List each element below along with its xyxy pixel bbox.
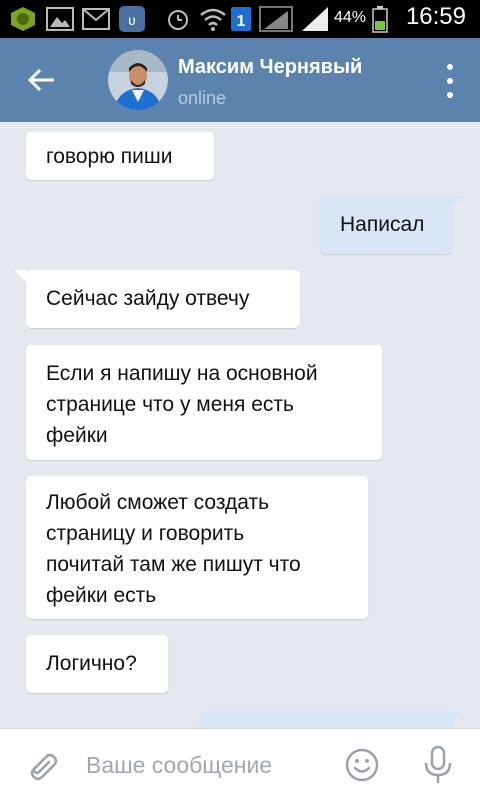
chat-header: Максим Чернявый online — [0, 38, 480, 122]
app-shield-icon — [8, 5, 38, 33]
alarm-icon — [164, 5, 192, 33]
arrow-left-icon — [28, 68, 54, 92]
wifi-icon — [198, 5, 228, 33]
contact-name[interactable]: Максим Чернявый — [178, 56, 362, 79]
message-text: говорю пиши — [46, 145, 173, 168]
message-bubble-incoming[interactable]: Любой сможет создать страницу и говорить… — [26, 476, 368, 619]
sim-badge-number: 1 — [237, 13, 246, 30]
message-text-line: почитай там же пишут что — [46, 553, 301, 576]
message-input[interactable] — [86, 743, 326, 787]
message-list[interactable]: говорю пиши Написал Сейчас зайду отвечу … — [0, 122, 480, 728]
attach-button[interactable] — [22, 745, 62, 785]
message-composer — [0, 728, 480, 800]
message-text-line: странице что у меня есть — [46, 393, 294, 416]
contact-status: online — [178, 88, 227, 108]
message-text-line: Если я напишу на основной — [46, 362, 318, 385]
menu-dot — [447, 64, 453, 70]
signal-strength-icon — [300, 5, 330, 33]
svg-text:ʋ: ʋ — [128, 12, 136, 28]
message-bubble-outgoing[interactable] — [200, 710, 464, 728]
avatar[interactable] — [108, 50, 168, 110]
mail-icon — [82, 5, 110, 33]
message-bubble-incoming[interactable]: Логично? — [26, 635, 168, 693]
message-text-line: фейки есть — [46, 584, 157, 607]
clock: 16:59 — [405, 3, 466, 30]
message-bubble-incoming[interactable]: говорю пиши — [26, 132, 214, 180]
battery-icon — [372, 5, 388, 33]
menu-dot — [447, 78, 453, 84]
microphone-icon — [424, 745, 452, 783]
message-text: Написал — [340, 213, 425, 236]
message-bubble-incoming[interactable]: Сейчас зайду отвечу — [14, 270, 300, 328]
message-bubble-outgoing[interactable]: Написал — [320, 196, 464, 254]
message-text-line: страницу и говорить — [46, 522, 245, 545]
message-text: Сейчас зайду отвечу — [46, 287, 250, 310]
message-text: Логично? — [46, 652, 137, 675]
message-text-line: фейки — [46, 424, 108, 447]
paperclip-icon — [30, 753, 58, 781]
emoji-button[interactable] — [344, 747, 380, 783]
app-vk-icon: ʋ — [118, 5, 146, 33]
voice-message-button[interactable] — [420, 743, 456, 787]
message-text-line: Любой сможет создать — [46, 491, 270, 514]
back-button[interactable] — [22, 60, 62, 100]
overflow-menu-button[interactable] — [442, 64, 458, 98]
signal-icon — [258, 5, 294, 33]
status-bar: ʋ 1 44% 16:59 — [0, 0, 480, 38]
battery-percent: 44% — [334, 9, 367, 26]
sim-badge-icon: 1 — [230, 5, 252, 33]
message-bubble-incoming[interactable]: Если я напишу на основной странице что у… — [26, 345, 382, 460]
gallery-icon — [46, 5, 74, 33]
menu-dot — [447, 92, 453, 98]
smiley-icon — [345, 748, 379, 782]
